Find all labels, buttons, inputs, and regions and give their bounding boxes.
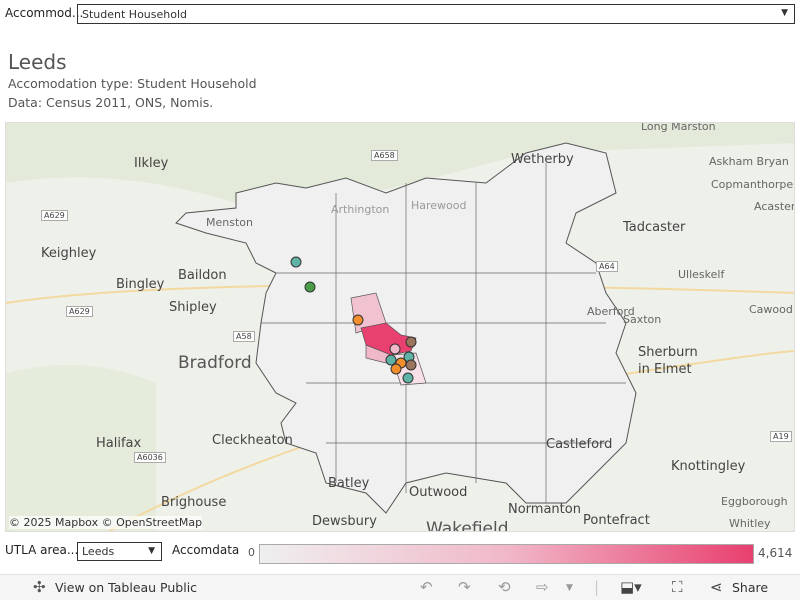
place-label: Halifax <box>96 436 142 451</box>
marker-teal[interactable] <box>290 256 302 268</box>
road-badge: A6036 <box>134 452 166 463</box>
place-label: Wetherby <box>511 152 574 167</box>
place-label: Arthington <box>331 203 390 216</box>
marker-brown[interactable] <box>405 336 417 348</box>
utla-filter-value: Leeds <box>82 545 115 558</box>
marker-teal[interactable] <box>402 372 414 384</box>
place-label: Whitley <box>729 517 771 530</box>
dropdown-arrow-icon: ▼ <box>148 546 155 556</box>
place-label: Eggborough <box>721 495 788 508</box>
place-label: Pontefract <box>583 513 650 528</box>
place-label: Castleford <box>546 437 613 452</box>
place-label: Bingley <box>116 277 165 292</box>
accommodation-filter-value: Student Household <box>82 8 188 21</box>
road-badge: A629 <box>66 306 93 317</box>
marker-green[interactable] <box>304 281 316 293</box>
dropdown-arrow-icon: ▼ <box>781 8 788 18</box>
place-label: Tadcaster <box>623 220 686 235</box>
place-label: Brighouse <box>161 495 227 510</box>
place-label: Copmanthorpe <box>711 178 794 191</box>
place-label: Wakefield <box>426 519 509 532</box>
fullscreen-icon[interactable]: ⛶ <box>672 578 683 596</box>
place-label: Cleckheaton <box>212 433 293 448</box>
tableau-logo-icon: ✣ <box>33 578 46 596</box>
place-label: Bradford <box>178 353 252 373</box>
accommodation-filter-dropdown[interactable]: Student Household ▼ <box>77 4 795 24</box>
data-source: Data: Census 2011, ONS, Nomis. <box>8 95 214 110</box>
place-label: Askham Bryan <box>709 155 789 168</box>
marker-pink[interactable] <box>389 343 401 355</box>
place-label: Acaster <box>754 200 795 213</box>
undo-icon[interactable]: ↶ <box>420 578 433 596</box>
road-badge: A19 <box>770 431 792 442</box>
place-label: Aberford <box>587 305 635 318</box>
download-icon[interactable]: ⬓▾ <box>620 578 642 596</box>
legend-max: 4,614 <box>758 546 793 560</box>
accommodation-filter-label: Accommod... <box>5 6 84 20</box>
place-label: Normanton <box>508 502 581 517</box>
place-label: Menston <box>206 216 253 229</box>
toolbar-divider: | <box>594 578 600 596</box>
page-title: Leeds <box>8 50 67 74</box>
place-label: Keighley <box>41 246 97 261</box>
legend-title: Accomdata <box>172 543 240 557</box>
subtitle: Accomodation type: Student Household <box>8 76 257 91</box>
toolbar: ✣ View on Tableau Public ↶ ↷ ⟲ ⇨ ▼ | ⬓▾ … <box>0 574 800 600</box>
legend-min: 0 <box>248 546 255 559</box>
place-label: Dewsbury <box>312 514 377 529</box>
place-label: Knottingley <box>671 459 746 474</box>
place-label: Sherburn <box>638 345 698 360</box>
share-button[interactable]: Share <box>732 580 768 595</box>
place-label: Outwood <box>409 485 468 500</box>
marker-orange[interactable] <box>390 363 402 375</box>
place-label: Harewood <box>411 199 467 212</box>
view-on-tableau-public-link[interactable]: View on Tableau Public <box>55 580 197 595</box>
road-badge: A629 <box>41 210 68 221</box>
share-icon[interactable]: ⋖ <box>710 578 723 596</box>
map[interactable]: Long Marston Wetherby Askham Bryan Copma… <box>5 122 795 532</box>
place-label: Shipley <box>169 300 217 315</box>
marker-brown[interactable] <box>405 359 417 371</box>
color-legend-bar <box>259 544 754 564</box>
refresh-menu-arrow-icon[interactable]: ▼ <box>566 583 573 593</box>
place-label: Baildon <box>178 268 227 283</box>
road-badge: A64 <box>596 261 618 272</box>
marker-orange[interactable] <box>352 314 364 326</box>
revert-icon[interactable]: ⟲ <box>498 578 511 596</box>
place-label: Ulleskelf <box>678 268 725 281</box>
refresh-icon[interactable]: ⇨ <box>536 578 549 596</box>
place-label: Ilkley <box>134 156 169 171</box>
utla-filter-label: UTLA area... <box>5 543 79 557</box>
marker-teal[interactable] <box>385 354 397 366</box>
utla-filter-dropdown[interactable]: Leeds ▼ <box>77 542 162 561</box>
road-badge: A658 <box>371 150 398 161</box>
road-badge: A58 <box>233 331 255 342</box>
place-label: in Elmet <box>638 362 692 377</box>
place-label: Cawood <box>749 303 793 316</box>
place-label: Batley <box>328 476 370 491</box>
map-attribution[interactable]: © 2025 Mapbox © OpenStreetMap <box>9 516 203 529</box>
place-label: Long Marston <box>641 122 716 133</box>
redo-icon[interactable]: ↷ <box>458 578 471 596</box>
